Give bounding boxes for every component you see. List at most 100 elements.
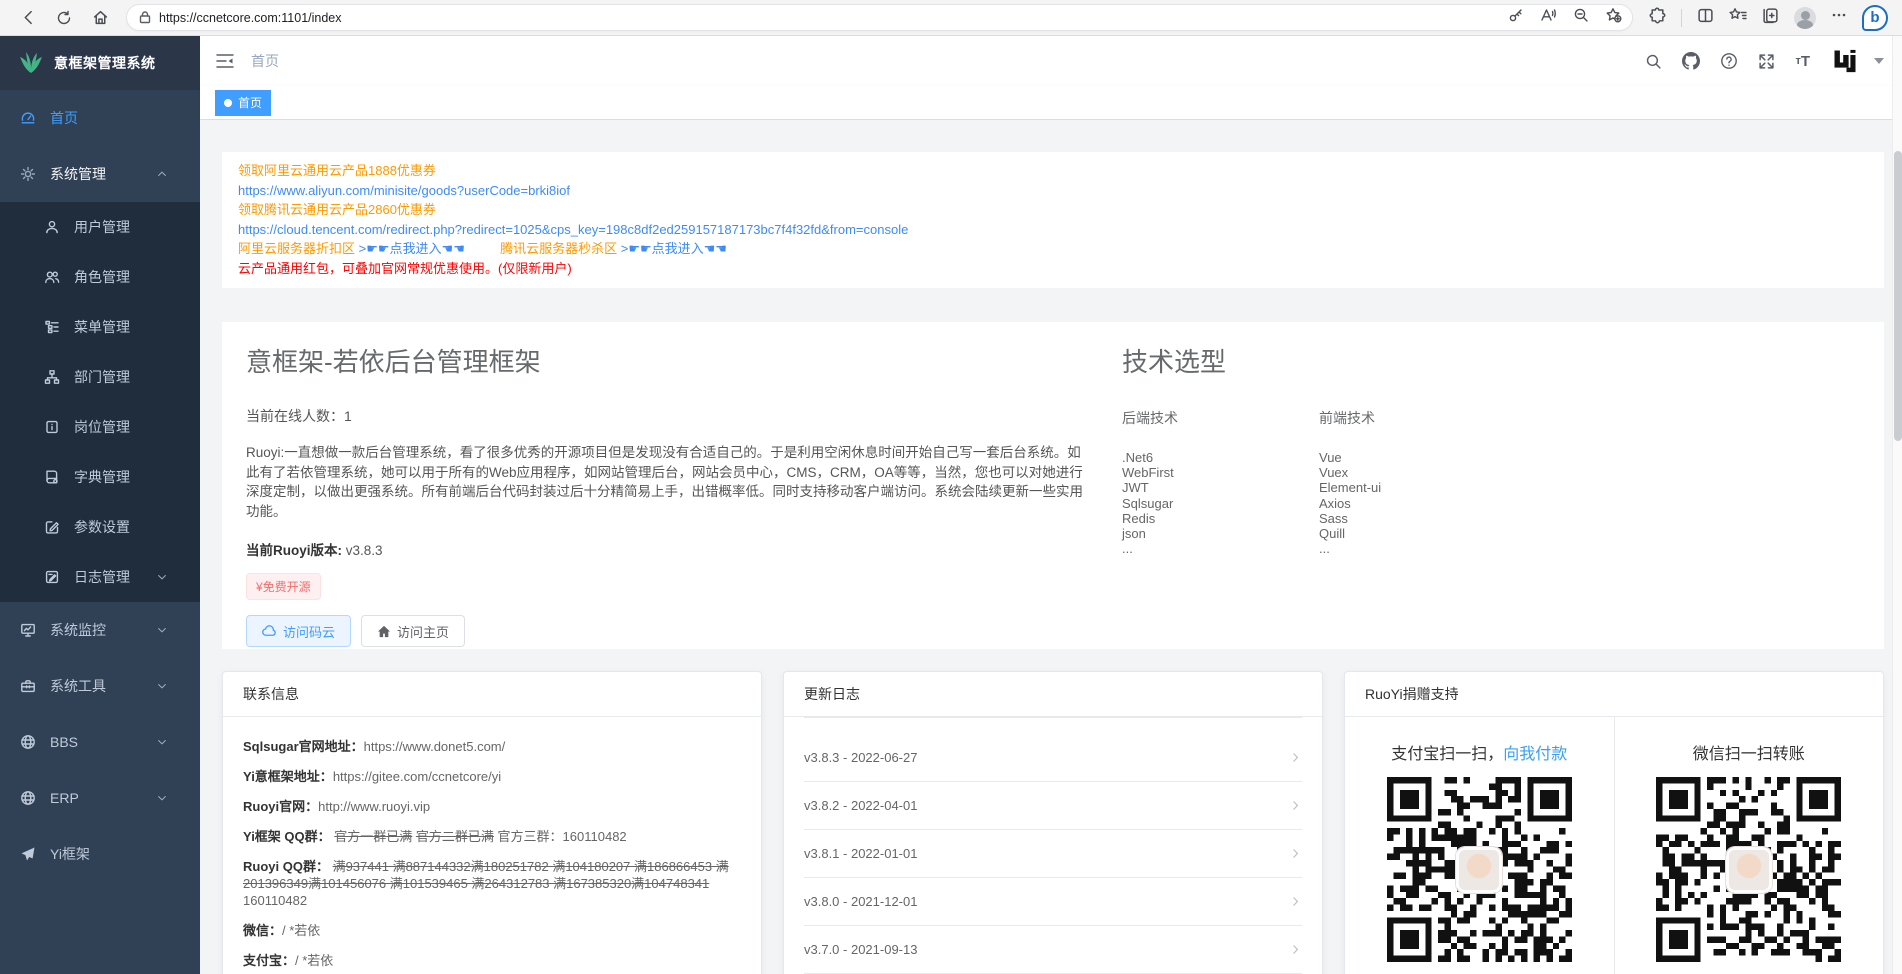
tech-item: JWT <box>1122 480 1319 495</box>
github-icon[interactable] <box>1682 52 1700 70</box>
changelog-item[interactable]: v3.8.3 - 2022-06-27 <box>804 734 1302 782</box>
changelog-item-label: v3.8.3 - 2022-06-27 <box>804 750 917 765</box>
top-navbar: 首页 тT <box>200 36 1902 86</box>
page-title: 意框架-若依后台管理框架 <box>246 342 1098 379</box>
sidebar-item-label: 系统工具 <box>50 676 106 696</box>
alipay-scan-label: 支付宝扫一扫， <box>1391 746 1503 763</box>
tech-item: Element-ui <box>1319 480 1516 495</box>
tech-item: Axios <box>1319 496 1516 511</box>
user-avatar-logo[interactable] <box>1830 46 1860 76</box>
sidebar-item-system-monitor[interactable]: 系统监控 <box>0 602 200 658</box>
tabs-bar: 首页 <box>200 86 1902 120</box>
contact-value: http://www.ruoyi.vip <box>318 799 430 814</box>
visit-gitee-button[interactable]: 访问码云 <box>246 615 351 647</box>
online-count-value: 1 <box>344 408 352 424</box>
sidebar-item-post-mgmt[interactable]: 岗位管理 <box>0 402 200 452</box>
bing-discover-icon[interactable]: b <box>1862 5 1888 31</box>
url-text[interactable]: https://ccnetcore.com:1101/index <box>159 11 1508 25</box>
sidebar-item-erp[interactable]: ERP <box>0 770 200 826</box>
tech-item: Sass <box>1319 511 1516 526</box>
contact-card-title: 联系信息 <box>223 672 761 717</box>
browser-menu-icon[interactable] <box>1831 7 1847 28</box>
sidebar-item-label: 用户管理 <box>74 217 130 237</box>
monitor-icon <box>20 622 36 638</box>
sidebar-item-param-settings[interactable]: 参数设置 <box>0 502 200 552</box>
visit-homepage-button[interactable]: 访问主页 <box>361 615 465 647</box>
sidebar-item-menu-mgmt[interactable]: 菜单管理 <box>0 302 200 352</box>
page-scrollbar[interactable] <box>1892 36 1902 974</box>
contact-row-yi-qq: Yi框架 QQ群： 官方一群已满 官方二群已满 官方三群：160110482 <box>243 828 741 845</box>
font-size-icon[interactable]: тT <box>1795 53 1810 70</box>
app-title: 意框架管理系统 <box>54 53 156 73</box>
toolbox-icon <box>20 678 36 694</box>
sidebar-item-user-mgmt[interactable]: 用户管理 <box>0 202 200 252</box>
breadcrumb[interactable]: 首页 <box>251 51 279 71</box>
book-icon <box>44 469 60 485</box>
changelog-item-label: v3.8.0 - 2021-12-01 <box>804 894 917 909</box>
pay-me-link[interactable]: 向我付款 <box>1503 746 1567 763</box>
changelog-item[interactable]: v3.8.1 - 2022-01-01 <box>804 830 1302 878</box>
split-screen-icon[interactable] <box>1697 7 1714 29</box>
scrollbar-thumb[interactable] <box>1894 151 1902 441</box>
read-aloud-icon[interactable] <box>1540 7 1557 28</box>
notice-tencent-coupon: 领取腾讯云通用云产品2860优惠券 <box>238 200 1868 220</box>
browser-refresh-button[interactable] <box>50 4 78 32</box>
sidebar-item-dict-mgmt[interactable]: 字典管理 <box>0 452 200 502</box>
collections-icon[interactable] <box>1762 7 1779 29</box>
chevron-right-icon <box>1289 943 1302 956</box>
intro-description: Ruoyi:一直想做一款后台管理系统，看了很多优秀的开源项目但是发现没有合适自己… <box>246 443 1088 521</box>
browser-profile-avatar[interactable] <box>1794 7 1816 29</box>
sidebar-toggle-icon[interactable] <box>215 52 235 70</box>
help-icon[interactable] <box>1720 52 1738 70</box>
contact-label: Ruoyi QQ群： <box>243 859 329 874</box>
org-chart-icon <box>44 369 60 385</box>
alipay-donation-column: 支付宝扫一扫，向我付款 <box>1345 717 1615 974</box>
contact-label: Sqlsugar官网地址： <box>243 739 364 754</box>
fullscreen-icon[interactable] <box>1758 53 1775 70</box>
zoom-out-icon[interactable] <box>1573 7 1589 28</box>
wechat-donation-column: 微信扫一扫转账 <box>1615 717 1884 974</box>
tech-item: .Net6 <box>1122 450 1319 465</box>
notice-aliyun-link[interactable]: https://www.aliyun.com/minisite/goods?us… <box>238 181 1868 201</box>
tab-home[interactable]: 首页 <box>215 90 271 116</box>
contact-row: Ruoyi官网：http://www.ruoyi.vip <box>243 798 741 815</box>
avatar-dropdown-caret[interactable] <box>1874 58 1884 64</box>
globe-icon <box>20 790 36 806</box>
dashboard-icon <box>20 110 36 126</box>
sidebar-item-yi-framework[interactable]: Yi框架 <box>0 826 200 882</box>
changelog-item[interactable]: v3.8.0 - 2021-12-01 <box>804 878 1302 926</box>
browser-home-button[interactable] <box>86 4 114 32</box>
changelog-item-label: v3.8.1 - 2022-01-01 <box>804 846 917 861</box>
aliyun-zone-enter-link[interactable]: >☛☛点我进入☚☚ <box>359 241 465 256</box>
menu-tree-icon <box>44 319 60 335</box>
sidebar-item-system-tools[interactable]: 系统工具 <box>0 658 200 714</box>
notice-tencent-link[interactable]: https://cloud.tencent.com/redirect.php?r… <box>238 220 1868 240</box>
sidebar-item-system-mgmt[interactable]: 系统管理 <box>0 146 200 202</box>
address-bar[interactable]: https://ccnetcore.com:1101/index <box>126 4 1633 31</box>
tencent-zone-enter-link[interactable]: >☛☛点我进入☚☚ <box>621 241 727 256</box>
lock-icon[interactable] <box>139 11 151 24</box>
contact-row: Sqlsugar官网地址：https://www.donet5.com/ <box>243 738 741 755</box>
chevron-down-icon <box>156 571 168 583</box>
sidebar-item-label: 系统管理 <box>50 164 106 184</box>
browser-actions: b <box>1643 5 1894 31</box>
contact-value: https://gitee.com/ccnetcore/yi <box>333 769 501 784</box>
sidebar-item-role-mgmt[interactable]: 角色管理 <box>0 252 200 302</box>
browser-back-button[interactable] <box>14 4 42 32</box>
qr-center-photo <box>1726 847 1772 893</box>
search-icon[interactable] <box>1645 53 1662 70</box>
extensions-icon[interactable] <box>1649 7 1666 29</box>
saved-password-icon[interactable] <box>1508 7 1524 28</box>
sidebar-item-log-mgmt[interactable]: 日志管理 <box>0 552 200 602</box>
chevron-down-icon <box>156 792 168 804</box>
changelog-item[interactable]: v3.8.2 - 2022-04-01 <box>804 782 1302 830</box>
contact-card: 联系信息 Sqlsugar官网地址：https://www.donet5.com… <box>222 671 762 974</box>
changelog-item[interactable]: v3.7.0 - 2021-09-13 <box>804 926 1302 974</box>
sidebar-item-dept-mgmt[interactable]: 部门管理 <box>0 352 200 402</box>
sidebar-item-bbs[interactable]: BBS <box>0 714 200 770</box>
add-favorite-icon[interactable] <box>1605 7 1622 28</box>
contact-label: 微信： <box>243 923 282 938</box>
favorites-icon[interactable] <box>1729 7 1747 28</box>
sidebar-item-home[interactable]: 首页 <box>0 90 200 146</box>
chevron-down-icon <box>156 680 168 692</box>
